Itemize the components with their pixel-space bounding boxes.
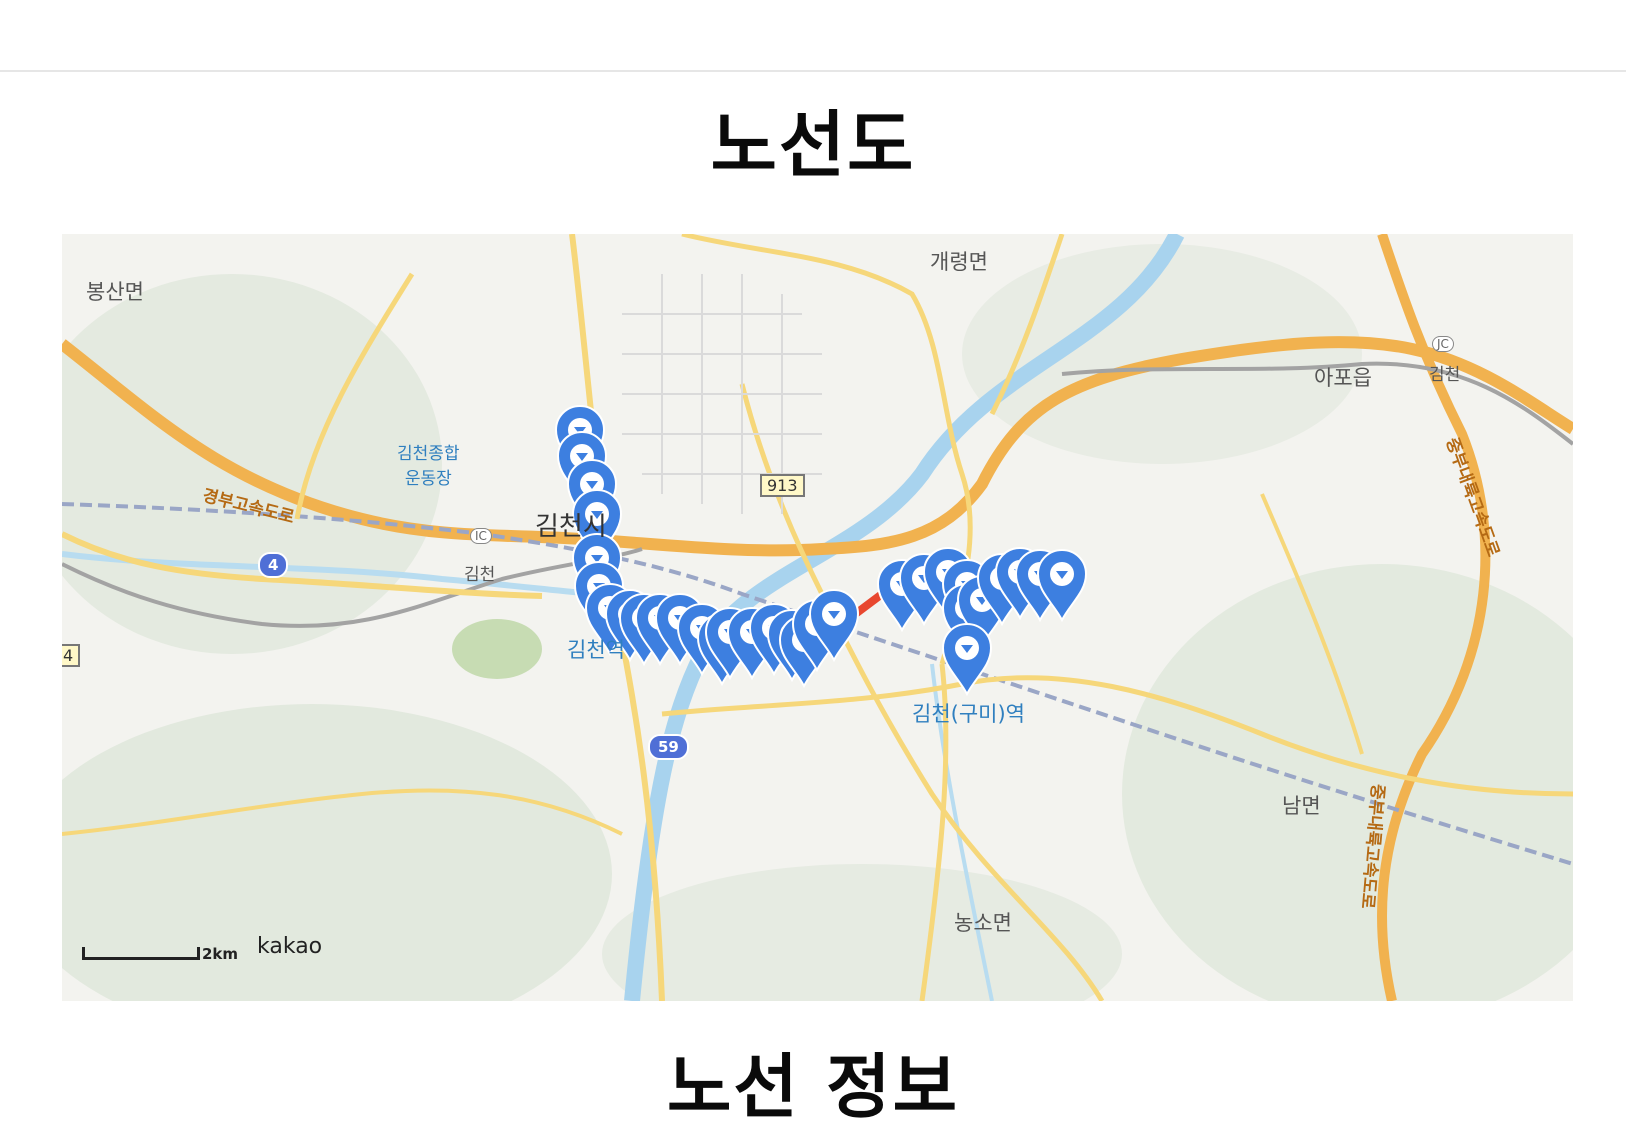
place-label-gaeryeong: 개령면 [930, 250, 988, 274]
kakao-logo: kakao [257, 934, 323, 959]
place-label-gumi-station: 김천(구미)역 [912, 702, 1025, 726]
top-header-bar [0, 0, 1626, 72]
bus-stop-marker[interactable] [942, 623, 992, 695]
route-4-shield: 4 [258, 552, 289, 578]
stop-markers [555, 405, 1087, 695]
route-map-title: 노선도 [710, 103, 916, 187]
place-label-nongso: 농소면 [954, 911, 1012, 935]
jc-badge: JC [1432, 336, 1454, 352]
place-label-city: 김천시 [535, 512, 607, 542]
place-label-gimcheon-station: 김천역 [567, 638, 625, 662]
route-59-shield: 59 [648, 734, 689, 760]
route-913-shield: 913 [760, 474, 805, 497]
map-scale: 2km [82, 945, 238, 963]
route-info-title: 노선 정보 [667, 1046, 959, 1128]
place-label-apo: 아포읍 [1314, 366, 1372, 390]
ic-badge: IC [470, 528, 492, 544]
scale-label: 2km [202, 945, 239, 963]
route-map[interactable]: 봉산면 개령면 아포읍 김천 김천종합 운동장 김천시 김천 김천역 김천(구미… [62, 234, 1573, 1001]
scale-bar [82, 947, 200, 960]
place-label-gimcheon-ic: 김천 [464, 565, 496, 585]
place-label-gimcheon-jc: 김천 [1429, 365, 1461, 385]
route-4-edge-shield: 4 [62, 644, 81, 667]
stadium-label-line2: 운동장 [404, 469, 452, 489]
place-label-nam: 남면 [1282, 794, 1321, 818]
place-label-stadium: 김천종합 운동장 [397, 439, 460, 489]
place-label-bongsan: 봉산면 [86, 280, 144, 304]
stadium-label-line1: 김천종합 [397, 444, 460, 464]
